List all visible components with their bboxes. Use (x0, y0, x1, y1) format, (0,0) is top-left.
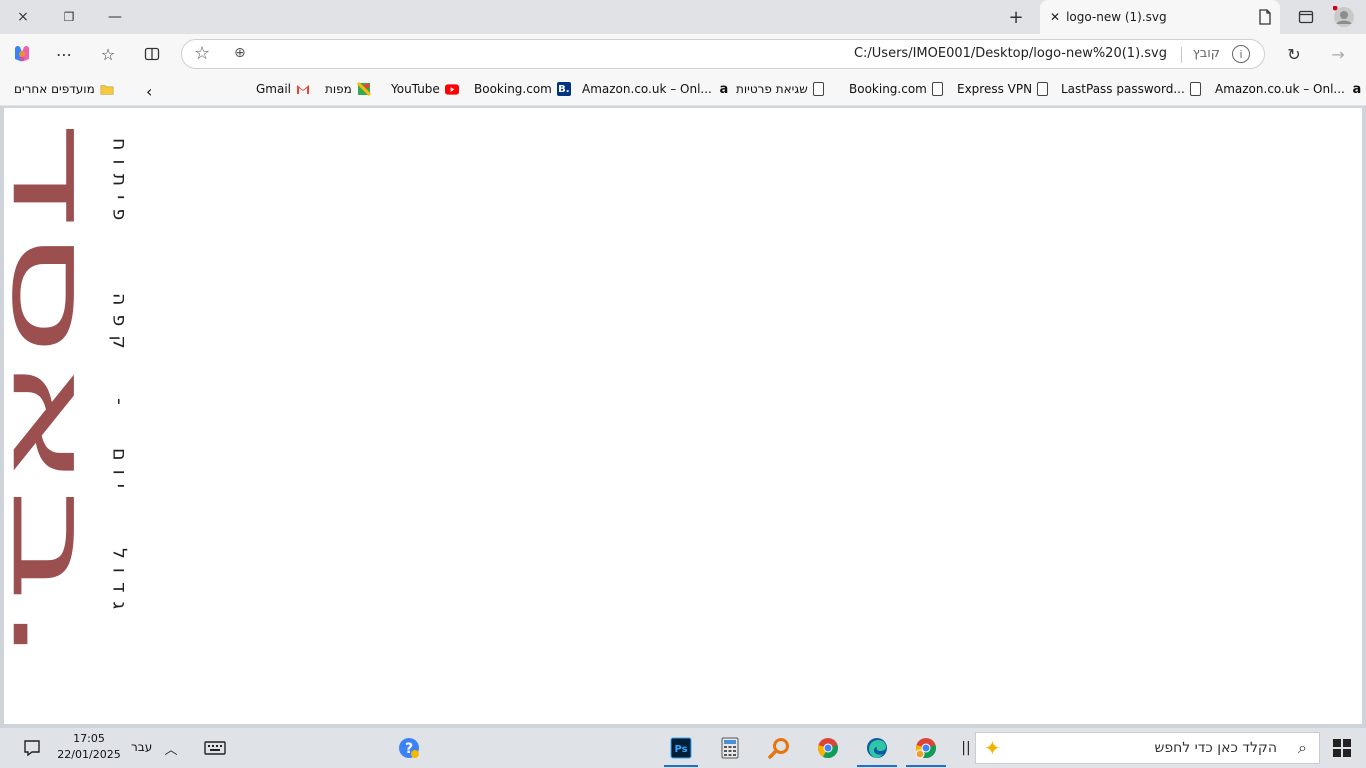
keyboard-icon[interactable] (203, 736, 227, 760)
page-icon (931, 82, 943, 96)
bookmark-label: YouTube (391, 82, 440, 96)
bookmark-label: Booking.com (474, 82, 552, 96)
tagline-word-1: פיתוח (109, 138, 131, 229)
gmail-icon (296, 82, 310, 96)
favorites-icon[interactable]: ☆ (96, 42, 120, 66)
bookmark-label: שגיאת פרטיות (736, 82, 808, 96)
amazon-icon: a (719, 81, 729, 97)
info-icon[interactable]: i (1232, 45, 1250, 63)
active-app-indicator (857, 765, 897, 767)
new-tab-button[interactable]: + (1004, 5, 1028, 29)
taskbar: 17:05 22/01/2025 עבר ︿ ? Ps || ✦ הקלד כא… (0, 728, 1366, 768)
close-window-button[interactable]: × (0, 0, 46, 34)
restore-icon: ❐ (63, 10, 75, 24)
restore-window-button[interactable]: ❐ (46, 0, 92, 34)
bookmark-label: מפות (325, 82, 352, 96)
logo-svg: באסד. פיתוח קפה - יום גדול (4, 121, 131, 666)
minimize-window-button[interactable]: — (92, 0, 138, 34)
forward-icon[interactable]: → (1326, 42, 1350, 66)
brand-wordmark: באסד. (4, 121, 116, 666)
active-app-indicator (906, 765, 946, 767)
help-icon[interactable]: ? (397, 736, 421, 760)
favorites-bar: מועדפים אחרים ‹ Gmail מפות YouTube Booki… (0, 74, 1366, 106)
tagline-word-2: קפה (109, 293, 131, 358)
profile-button[interactable] (1333, 6, 1355, 28)
windows-icon (1333, 739, 1351, 757)
zoom-icon[interactable]: ⊕ (234, 45, 246, 61)
bookmark-express-vpn[interactable]: Express VPN (957, 82, 1049, 96)
tagline-word-3: יום (109, 448, 131, 497)
bookmark-lastpass[interactable]: LastPass password... (1061, 82, 1201, 96)
booking-icon: B. (556, 82, 571, 96)
bookmark-youtube[interactable]: YouTube (391, 82, 459, 96)
folder-icon (100, 82, 114, 96)
favorites-scroll-left[interactable]: ‹ (146, 82, 152, 101)
split-screen-icon[interactable] (140, 42, 164, 66)
close-tab-icon[interactable]: ✕ (1050, 10, 1060, 24)
browser-toolbar: ⋯ ☆ ☆ ⊕ C:/Users/IMOE001/Desktop/logo-ne… (0, 34, 1366, 74)
refresh-icon[interactable]: ↻ (1282, 42, 1306, 66)
active-app-indicator (664, 765, 698, 767)
show-hidden-icons-button[interactable]: ︿ (159, 736, 183, 760)
clock-date: 22/01/2025 (57, 748, 121, 761)
svg-text:Ps: Ps (674, 744, 687, 755)
search-app-icon[interactable] (767, 736, 791, 760)
youtube-icon (444, 82, 459, 96)
bookmark-label: Gmail (256, 82, 292, 96)
tagline-dash: - (109, 398, 131, 405)
file-label: קובץ (1192, 46, 1220, 61)
page-icon (812, 82, 824, 96)
minimize-icon: — (108, 9, 122, 25)
edge-icon[interactable] (865, 736, 889, 760)
bookmark-amazon-2[interactable]: Amazon.co.uk – Onl... a (1215, 81, 1364, 97)
clock[interactable]: 17:05 22/01/2025 (50, 731, 128, 763)
close-icon: × (17, 9, 29, 25)
page-icon (1189, 82, 1201, 96)
title-bar: × ❐ — + ✕ logo-new (1).svg (0, 0, 1366, 34)
search-placeholder: הקלד כאן כדי לחפש (1154, 740, 1277, 756)
page-icon (1037, 82, 1049, 96)
page-content: באסד. פיתוח קפה - יום גדול (4, 108, 1362, 724)
bookmark-label: Booking.com (849, 82, 927, 96)
language-indicator[interactable]: עבר (131, 740, 152, 754)
sparkle-icon: ✦ (984, 736, 1001, 760)
photoshop-icon[interactable]: Ps (669, 736, 693, 760)
start-button[interactable] (1330, 736, 1354, 760)
more-options-icon[interactable]: ⋯ (52, 42, 76, 66)
copilot-icon[interactable] (10, 42, 34, 66)
calculator-icon[interactable] (718, 736, 742, 760)
tagline-word-4: גדול (109, 548, 131, 618)
plus-icon: + (1008, 6, 1024, 28)
url-text[interactable]: C:/Users/IMOE001/Desktop/logo-new%20(1).… (854, 46, 1167, 61)
maps-icon (356, 82, 371, 96)
address-bar[interactable]: ☆ ⊕ C:/Users/IMOE001/Desktop/logo-new%20… (181, 39, 1265, 69)
tab-actions-button[interactable] (1295, 6, 1317, 28)
bookmark-privacy-error[interactable]: שגיאת פרטיות (736, 82, 824, 96)
bookmark-booking[interactable]: Booking.com B. (474, 82, 571, 96)
chrome-icon[interactable] (816, 736, 840, 760)
amazon-icon: a (1352, 81, 1362, 97)
address-separator (1181, 47, 1182, 63)
chrome-profile-icon[interactable] (914, 736, 938, 760)
tab-title: logo-new (1).svg (1066, 10, 1167, 24)
other-favorites[interactable]: מועדפים אחרים (14, 82, 114, 96)
bookmark-gmail[interactable]: Gmail (256, 82, 310, 96)
add-favorite-icon[interactable]: ☆ (194, 43, 210, 64)
taskbar-search[interactable]: ✦ הקלד כאן כדי לחפש ⌕ (975, 732, 1320, 764)
bookmark-label: Express VPN (957, 82, 1033, 96)
other-favorites-label: מועדפים אחרים (14, 82, 95, 96)
bookmark-label: LastPass password... (1061, 82, 1185, 96)
tab-logo-svg[interactable]: ✕ logo-new (1).svg (1040, 0, 1280, 34)
bookmark-maps[interactable]: מפות (325, 82, 371, 96)
clock-time: 17:05 (73, 732, 105, 745)
bookmark-amazon[interactable]: Amazon.co.uk – Onl... a (582, 81, 731, 97)
page-icon (1254, 6, 1276, 28)
notifications-icon[interactable] (20, 736, 44, 760)
search-icon: ⌕ (1298, 738, 1307, 757)
bookmark-label: Amazon.co.uk – Onl... (1215, 82, 1345, 96)
avatar-icon (1333, 6, 1354, 27)
brand-text: באסד. (4, 121, 116, 666)
bookmark-label: Amazon.co.uk – Onl... (582, 82, 712, 96)
bookmark-booking-2[interactable]: Booking.com (849, 82, 943, 96)
